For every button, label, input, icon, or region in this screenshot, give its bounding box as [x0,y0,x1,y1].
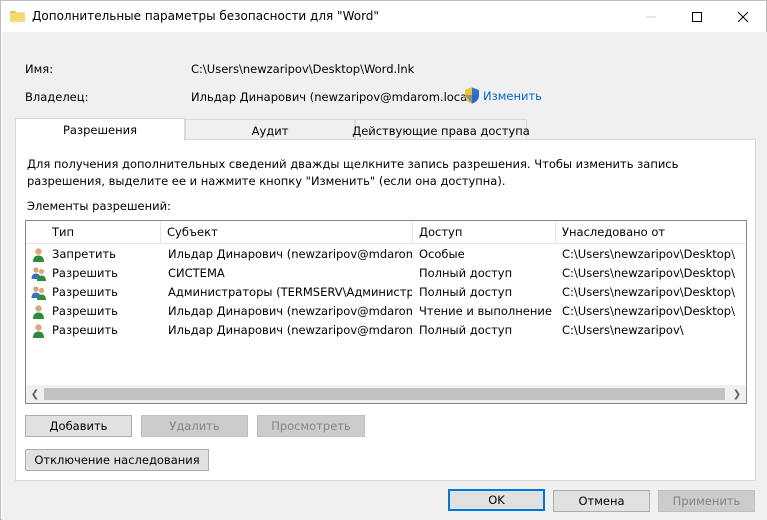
remove-button[interactable]: Удалить [141,415,248,437]
ok-button[interactable]: OK [448,489,545,511]
dialog-body: Имя: C:\Users\newzaripov\Desktop\Word.ln… [2,32,767,520]
user-icon [31,323,46,338]
ok-button-label: OK [488,493,505,507]
row-inherited: C:\Users\newzaripov\ [562,323,684,337]
row-access: Чтение и выполнение [419,304,552,318]
table-row[interactable]: Запретить Ильдар Динарович (newzaripov@m… [26,245,746,264]
row-access: Полный доступ [419,285,513,299]
row-type: Разрешить [52,304,118,318]
cancel-button-label: Отмена [578,494,625,508]
view-button-label: Просмотреть [271,419,351,433]
row-type: Разрешить [52,285,118,299]
remove-button-label: Удалить [169,419,220,433]
list-header: Тип Субъект Доступ Унаследовано от [26,221,746,244]
cancel-button[interactable]: Отмена [553,490,650,512]
user-icon [31,247,46,262]
row-access: Полный доступ [419,323,513,337]
maximize-button[interactable] [674,1,720,32]
column-access[interactable]: Доступ [413,221,556,244]
apply-button[interactable]: Применить [658,490,755,512]
change-owner-link[interactable]: Изменить [483,89,542,103]
permission-entries-list[interactable]: Тип Субъект Доступ Унаследовано от Запре… [25,220,747,404]
permissions-description: Для получения дополнительных сведений дв… [27,157,679,188]
disable-inheritance-button[interactable]: Отключение наследования [25,449,209,471]
table-row[interactable]: Разрешить Ильдар Динарович (newzaripov@m… [26,321,746,340]
close-button[interactable] [720,1,766,32]
horizontal-scrollbar[interactable]: ❮ ❯ [26,385,746,403]
folder-icon [10,9,25,22]
row-type: Разрешить [52,266,118,280]
row-subject: Ильдар Динарович (newzaripov@mdarom.... [168,247,412,261]
scroll-left-icon[interactable]: ❮ [26,385,44,403]
column-subject[interactable]: Субъект [161,221,413,244]
row-subject: Ильдар Динарович (newzaripov@mdarom.... [168,323,412,337]
tab-permissions[interactable]: Разрешения [15,118,185,141]
row-inherited: C:\Users\newzaripov\Desktop\ [562,285,735,299]
name-value: C:\Users\newzaripov\Desktop\Word.lnk [191,62,415,76]
users-group-icon [31,266,46,281]
column-type[interactable]: Тип [26,221,161,244]
column-inherited-from[interactable]: Унаследовано от [556,221,746,244]
tab-effective-access[interactable]: Действующие права доступа [352,119,530,141]
name-label: Имя: [25,62,54,76]
row-inherited: C:\Users\newzaripov\Desktop\ [562,304,735,318]
scrollbar-thumb[interactable] [44,388,725,400]
apply-button-label: Применить [672,494,741,508]
row-inherited: C:\Users\newzaripov\Desktop\ [562,266,735,280]
row-subject: СИСТЕМА [168,266,225,280]
owner-value: Ильдар Динарович (newzaripov@mdarom.loca… [191,90,475,104]
maximize-icon [692,11,702,22]
window-title: Дополнительные параметры безопасности дл… [32,9,379,23]
close-icon [738,11,748,22]
tab-audit-label: Аудит [251,123,289,138]
minimize-icon [646,16,656,17]
row-subject: Администраторы (TERMSERV\Администр... [168,285,412,299]
title-bar[interactable]: Дополнительные параметры безопасности дл… [1,1,766,32]
row-subject: Ильдар Динарович (newzaripov@mdarom.... [168,304,412,318]
permission-entries-label: Элементы разрешений: [27,199,171,213]
users-group-icon [31,285,46,300]
tab-audit[interactable]: Аудит [185,119,355,141]
add-button[interactable]: Добавить [25,415,132,437]
row-inherited: C:\Users\newzaripov\Desktop\ [562,247,735,261]
row-type: Разрешить [52,323,118,337]
scroll-right-icon[interactable]: ❯ [728,385,746,403]
tab-permissions-label: Разрешения [63,123,137,137]
row-access: Полный доступ [419,266,513,280]
table-row[interactable]: Разрешить СИСТЕМА Полный доступ C:\Users… [26,264,746,283]
disable-inheritance-button-label: Отключение наследования [34,453,200,467]
owner-label: Владелец: [25,90,89,104]
security-dialog-window: Дополнительные параметры безопасности дл… [0,0,767,520]
row-type: Запретить [52,247,116,261]
table-row[interactable]: Разрешить Администраторы (TERMSERV\Админ… [26,283,746,302]
table-row[interactable]: Разрешить Ильдар Динарович (newzaripov@m… [26,302,746,321]
uac-shield-icon [464,87,480,104]
minimize-button[interactable] [628,1,674,32]
add-button-label: Добавить [49,419,108,433]
row-access: Особые [419,247,465,261]
tab-effective-access-label: Действующие права доступа [352,123,530,138]
permissions-tab-panel: Для получения дополнительных сведений дв… [15,139,756,481]
view-button[interactable]: Просмотреть [257,415,365,437]
user-icon [31,304,46,319]
